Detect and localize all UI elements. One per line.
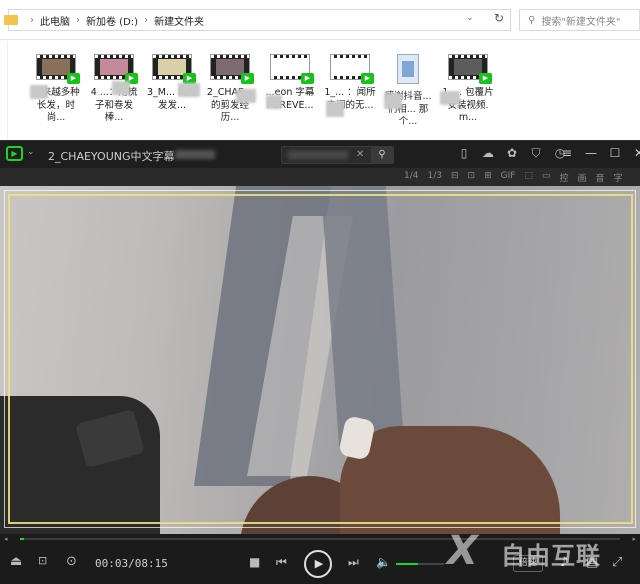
breadcrumb[interactable]: › 此电脑 › 新加卷 (D:) › 新建文件夹 [4, 9, 511, 31]
player-title-bar: ▶ ⌄ 2_CHAEYOUNG中文字幕 ✕ ⚲ ▯ ☁ ✿ ⛉ ◷ ≡ — ☐ … [0, 140, 640, 168]
minimize-icon[interactable]: — [579, 146, 603, 160]
seek-back-icon[interactable]: ◂ [4, 535, 8, 543]
shirt-icon[interactable]: ⛉ [524, 146, 548, 161]
chevron-right-icon: › [30, 14, 34, 26]
maximize-icon[interactable]: ☐ [603, 146, 627, 160]
breadcrumb-item-drive-d[interactable]: 新加卷 (D:) [86, 13, 138, 28]
video-file-icon: ▶ [479, 73, 492, 84]
privacy-blur [112, 81, 130, 95]
chevron-right-icon: › [144, 14, 149, 26]
video-thumbnail: ▶ [210, 54, 254, 84]
refresh-icon[interactable]: ↻ [489, 11, 509, 29]
video-title: 2_CHAEYOUNG中文字幕 [48, 150, 175, 163]
privacy-blur [175, 150, 215, 159]
chevron-down-icon[interactable]: ⌄ [27, 147, 35, 157]
play-button[interactable]: ▶ [304, 550, 332, 578]
search-icon[interactable]: ⚲ [371, 147, 393, 163]
file-list: ▶ 越来越多种长发，时尚... ▶ 4 ...：用梳子和卷发棒... ▶ 3_M… [0, 41, 640, 140]
volume-icon[interactable]: 🔈 [376, 555, 391, 569]
chevron-down-icon[interactable]: ⌄ [466, 13, 474, 23]
player-controls: ⏏ ⊡ ⊙ 00:03/08:15 ■ ⏮ ▶ ⏭ 🔈 倍速 ♪ ▤ ⤢ [0, 544, 640, 584]
video-thumbnail: ▶ [330, 54, 374, 84]
toolbar-item[interactable]: 画 [577, 171, 586, 184]
video-thumbnail: ▶ [36, 54, 80, 84]
privacy-blur [266, 95, 282, 109]
nav-pane-edge [0, 41, 8, 140]
player-tool-icons: ▯ ☁ ✿ ⛉ ◷ [452, 146, 572, 161]
video-file-icon: ▶ [241, 73, 254, 84]
toolbar-item[interactable]: GIF [501, 171, 516, 184]
video-file-icon: ▶ [301, 73, 314, 84]
file-item[interactable]: ▶ 1_... 包覆片安装视频.m... [440, 54, 496, 125]
toolbar-item[interactable]: ⬚ [524, 171, 533, 184]
video-frame[interactable] [0, 186, 640, 534]
stop-icon[interactable]: ■ [249, 555, 260, 569]
player-search-input[interactable]: ✕ ⚲ [281, 146, 394, 164]
toolbar-item[interactable]: ⊟ [451, 171, 459, 184]
phone-icon[interactable]: ▯ [452, 146, 476, 161]
menu-icon[interactable]: ≡ [555, 146, 579, 160]
sound-effect-icon[interactable]: ♪ [560, 555, 568, 570]
clear-icon[interactable]: ✕ [356, 149, 364, 160]
video-file-icon: ▶ [361, 73, 374, 84]
video-player-window: ▶ ⌄ 2_CHAEYOUNG中文字幕 ✕ ⚲ ▯ ☁ ✿ ⛉ ◷ ≡ — ☐ … [0, 140, 640, 584]
chevron-right-icon: › [76, 14, 80, 26]
toolbar-item[interactable]: 字 [614, 171, 623, 184]
toolbar-item[interactable]: 1/3 [427, 171, 441, 184]
explorer-address-bar: › 此电脑 › 新加卷 (D:) › 新建文件夹 ⌄ ↻ ⚲ 搜索"新建文件夹" [0, 0, 640, 40]
privacy-blur [288, 151, 348, 159]
playback-time: 00:03/08:15 [95, 557, 168, 570]
folder-icon [4, 15, 18, 25]
record-icon[interactable]: ⊡ [38, 554, 47, 567]
privacy-blur [440, 91, 460, 105]
video-file-icon: ▶ [67, 73, 80, 84]
player-logo-icon[interactable]: ▶ [6, 146, 23, 161]
toolbar-item[interactable]: ▭ [542, 171, 551, 184]
breadcrumb-item-new-folder[interactable]: 新建文件夹 [154, 13, 204, 28]
seek-bar[interactable]: ◂ ▸ [0, 534, 640, 544]
privacy-blur [326, 101, 344, 117]
video-thumbnail: ▶ [94, 54, 138, 84]
file-item[interactable]: 感谢抖音... 们相... 那个... [380, 54, 436, 129]
speed-button[interactable]: 倍速 [513, 555, 543, 572]
seek-bar-fill [20, 538, 24, 540]
screenshot-icon[interactable]: ⊙ [66, 554, 77, 569]
player-sub-toolbar: 1/4 1/3 ⊟ ⊡ ⊞ GIF ⬚ ▭ 控 画 音 字 [0, 168, 640, 186]
previous-icon[interactable]: ⏮ [276, 555, 287, 570]
privacy-blur [236, 89, 256, 103]
window-controls: ≡ — ☐ ✕ [555, 146, 640, 160]
privacy-blur [384, 93, 402, 109]
toolbar-item[interactable]: 1/4 [404, 171, 418, 184]
search-placeholder: 搜索"新建文件夹" [541, 16, 621, 28]
breadcrumb-item-this-pc[interactable]: 此电脑 [40, 13, 70, 28]
video-thumbnail: ▶ [448, 54, 492, 84]
toolbar-item[interactable]: ⊡ [468, 171, 476, 184]
volume-fill [396, 563, 418, 565]
search-icon: ⚲ [528, 14, 536, 26]
search-input[interactable]: ⚲ 搜索"新建文件夹" [519, 9, 640, 31]
video-border [8, 194, 633, 524]
toolbar-item[interactable]: 控 [559, 171, 568, 184]
mp4-file-icon [397, 54, 419, 84]
video-thumbnail: ▶ [152, 54, 196, 84]
playlist-icon[interactable]: ▤ [586, 555, 598, 570]
next-icon[interactable]: ⏭ [348, 555, 359, 570]
skin-icon[interactable]: ✿ [500, 146, 524, 161]
volume-slider[interactable] [396, 563, 444, 565]
fullscreen-icon[interactable]: ⤢ [612, 555, 622, 570]
toolbar-item[interactable]: ⊞ [484, 171, 492, 184]
privacy-blur [178, 83, 200, 97]
seek-forward-icon[interactable]: ▸ [632, 535, 636, 543]
video-thumbnail: ▶ [270, 54, 314, 84]
close-icon[interactable]: ✕ [627, 146, 640, 160]
cloud-icon[interactable]: ☁ [476, 146, 500, 161]
toolbar-item[interactable]: 音 [595, 171, 604, 184]
eject-icon[interactable]: ⏏ [10, 554, 22, 569]
privacy-blur [30, 85, 48, 99]
